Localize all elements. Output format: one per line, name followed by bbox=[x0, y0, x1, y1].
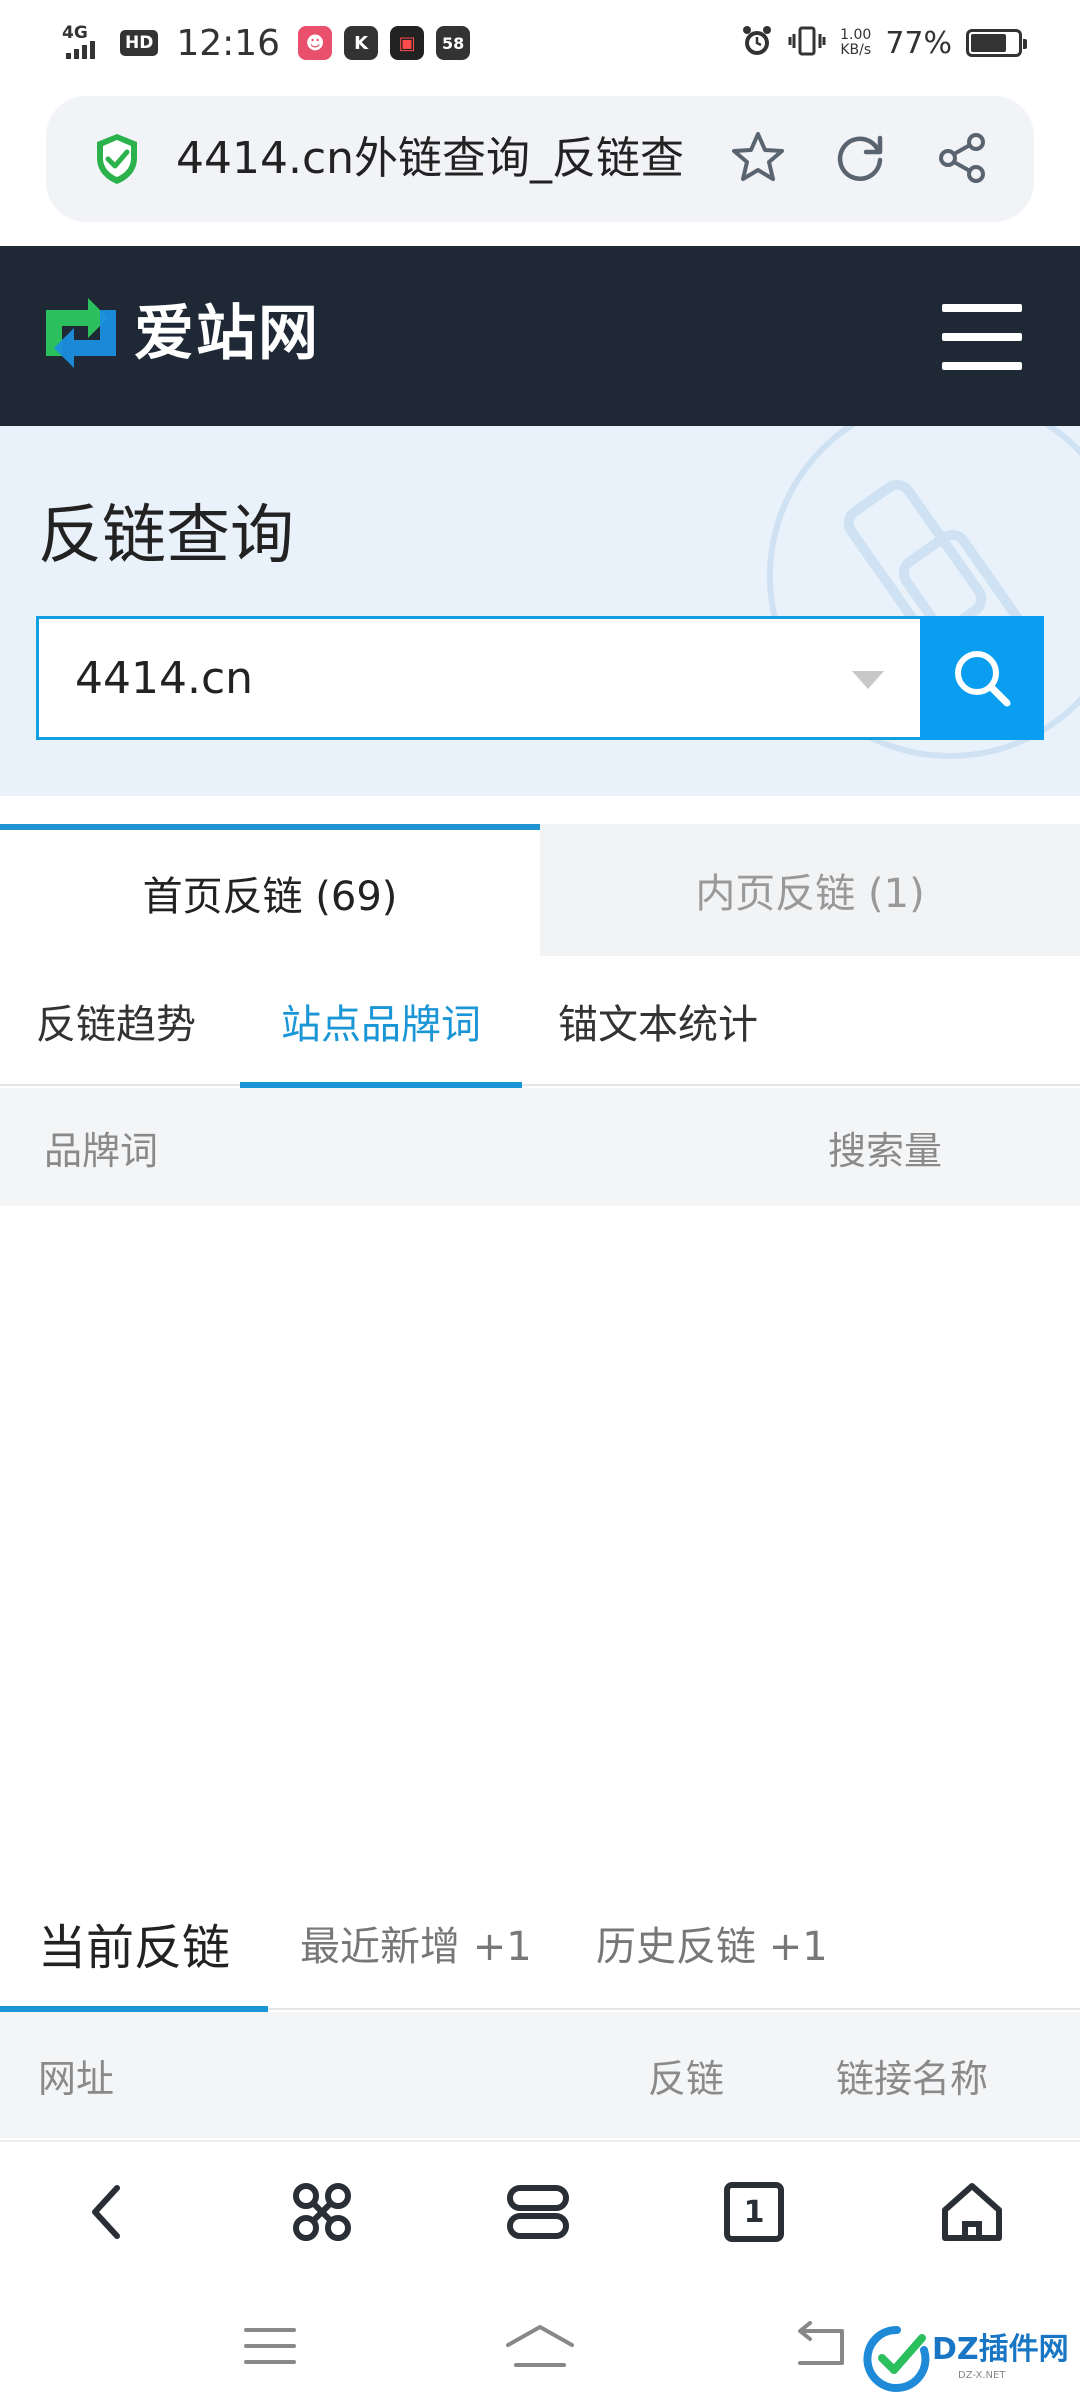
column-backlink: 反链 bbox=[648, 2056, 725, 2101]
status-left: 4G HD 12:16 ☻ K ▣ 58 bbox=[62, 18, 471, 68]
search-form: 4414.cn bbox=[36, 616, 1044, 740]
back-icon[interactable] bbox=[68, 2172, 148, 2252]
watermark-subtext: DZ-X.NET bbox=[958, 2370, 1006, 2381]
vibrate-icon bbox=[788, 24, 826, 62]
tab-backlink-trend[interactable]: 反链趋势 bbox=[36, 956, 196, 1086]
shortcut-icon[interactable] bbox=[282, 2172, 362, 2252]
hero-section: 反链查询 4414.cn bbox=[0, 426, 1080, 796]
tab-homepage-backlinks[interactable]: 首页反链 (69) bbox=[0, 824, 540, 956]
battery-percent: 77% bbox=[885, 25, 952, 61]
tabs-overview-icon[interactable] bbox=[498, 2172, 578, 2252]
network-speed: 1.00 KB/s bbox=[840, 27, 872, 58]
column-link-name: 链接名称 bbox=[836, 2056, 989, 2101]
column-url: 网址 bbox=[38, 2056, 115, 2101]
dropdown-caret-icon[interactable] bbox=[852, 671, 884, 689]
status-bar: 4G HD 12:16 ☻ K ▣ 58 1.00 KB/s 77% bbox=[0, 0, 1080, 88]
tab-anchor-text[interactable]: 锚文本统计 bbox=[558, 956, 758, 1086]
home-icon[interactable] bbox=[932, 2172, 1012, 2252]
star-icon[interactable] bbox=[726, 126, 790, 190]
tab-count-icon[interactable]: 1 bbox=[714, 2172, 794, 2252]
share-icon[interactable] bbox=[930, 126, 994, 190]
backlink-type-tabs: 首页反链 (69) 内页反链 (1) bbox=[0, 824, 1080, 956]
backlink-status-tabs: 当前反链 最近新增 +1 历史反链 +1 bbox=[0, 1876, 1080, 2012]
site-logo-icon[interactable] bbox=[38, 290, 124, 376]
tab-brand-keywords[interactable]: 站点品牌词 bbox=[240, 956, 522, 1088]
recent-apps-icon[interactable] bbox=[230, 2316, 310, 2376]
search-button[interactable] bbox=[920, 616, 1044, 740]
battery-icon bbox=[966, 29, 1027, 57]
column-search-volume: 搜索量 bbox=[828, 1128, 943, 1173]
page-title-url[interactable]: 4414.cn外链查询_反链查 bbox=[176, 130, 736, 188]
site-name[interactable]: 爱站网 bbox=[134, 294, 320, 374]
tab-inner-page-backlinks[interactable]: 内页反链 (1) bbox=[540, 824, 1080, 956]
watermark-logo: DZ插件网 DZ-X.NET bbox=[862, 2322, 1072, 2396]
analysis-tabs: 反链趋势 站点品牌词 锚文本统计 bbox=[0, 956, 1080, 1088]
system-home-icon[interactable] bbox=[500, 2316, 580, 2376]
app-notification-icon: ☻ bbox=[298, 26, 333, 60]
app-notification-icon: K bbox=[344, 26, 379, 60]
tab-historical-backlinks[interactable]: 历史反链 +1 bbox=[596, 1876, 828, 2010]
status-right: 1.00 KB/s 77% bbox=[740, 18, 1027, 68]
tab-recently-added[interactable]: 最近新增 +1 bbox=[300, 1876, 532, 2010]
backlink-table-header: 网址 反链 链接名称 bbox=[0, 2012, 1080, 2138]
address-bar[interactable]: 4414.cn外链查询_反链查 bbox=[46, 96, 1034, 222]
browser-toolbar: 1 bbox=[0, 2140, 1080, 2280]
brand-table-header: 品牌词 搜索量 bbox=[0, 1088, 1080, 1206]
search-icon bbox=[955, 651, 1011, 707]
alarm-icon bbox=[740, 24, 774, 62]
check-badge-icon bbox=[863, 2325, 930, 2392]
status-time: 12:16 bbox=[176, 22, 281, 64]
column-brand-keyword: 品牌词 bbox=[44, 1128, 159, 1173]
watermark-text: DZ插件网 bbox=[932, 2332, 1069, 2367]
tab-current-backlinks[interactable]: 当前反链 bbox=[0, 1876, 269, 2012]
refresh-icon[interactable] bbox=[828, 126, 892, 190]
system-back-icon[interactable] bbox=[780, 2316, 860, 2376]
shield-icon[interactable] bbox=[94, 132, 140, 186]
page-heading: 反链查询 bbox=[38, 499, 294, 573]
app-notification-icon: ▣ bbox=[390, 26, 425, 60]
menu-icon[interactable] bbox=[942, 304, 1022, 370]
signal-icon: 4G bbox=[62, 25, 108, 61]
tab-count: 1 bbox=[743, 2194, 765, 2230]
app-notification-icon: 58 bbox=[436, 26, 471, 60]
site-header: 爱站网 bbox=[0, 246, 1080, 426]
domain-search-input[interactable]: 4414.cn bbox=[36, 616, 920, 740]
search-input-value: 4414.cn bbox=[75, 653, 254, 704]
hd-badge: HD bbox=[120, 30, 159, 56]
